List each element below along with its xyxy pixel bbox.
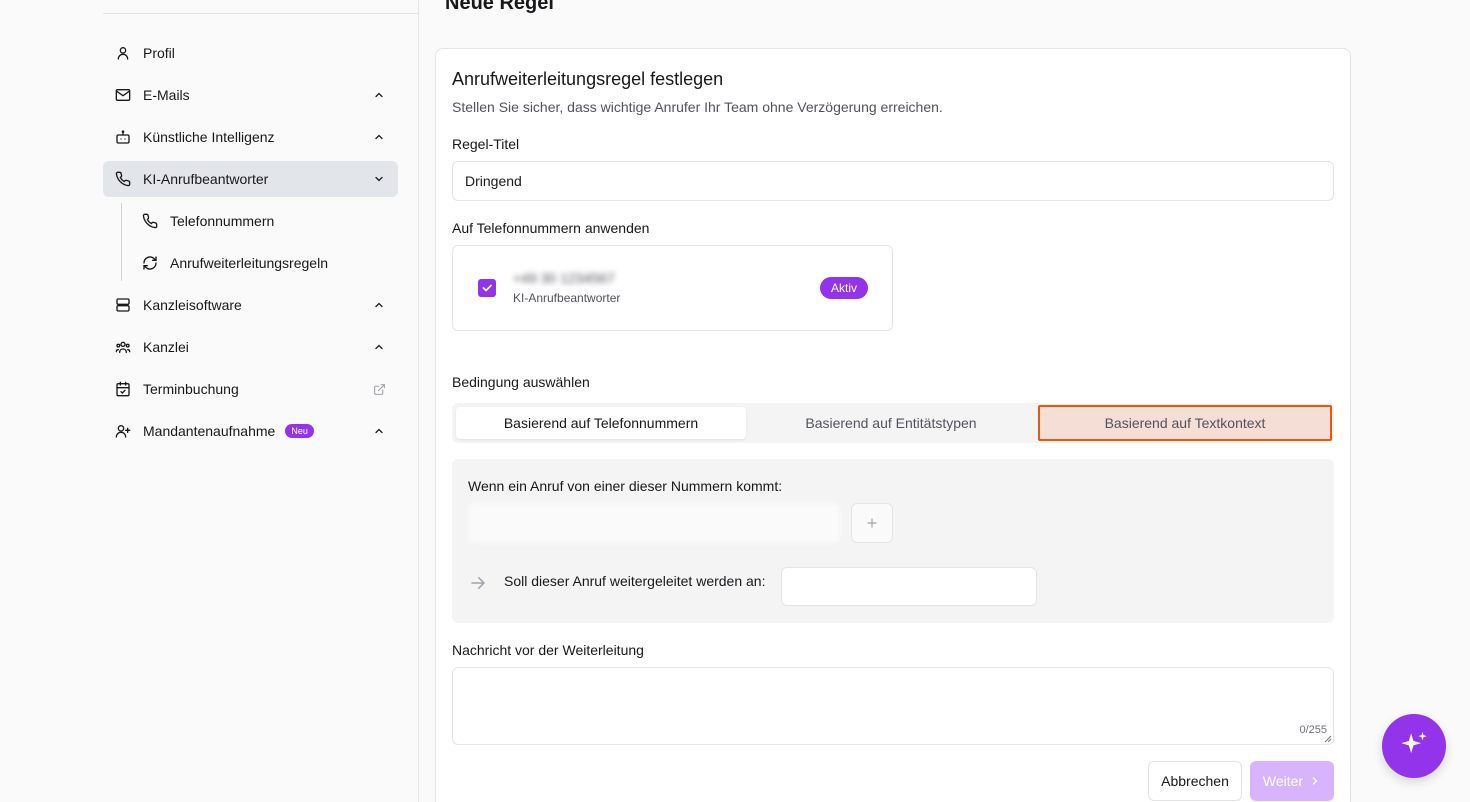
bot-icon bbox=[115, 129, 131, 145]
chevron-up-icon bbox=[372, 424, 386, 438]
status-badge: Aktiv bbox=[820, 277, 869, 299]
chevron-up-icon bbox=[372, 340, 386, 354]
sidebar: Profil E-Mails Künstliche Intelligenz KI… bbox=[0, 0, 419, 802]
forward-target-input[interactable] bbox=[781, 567, 1037, 606]
phone-checkbox[interactable] bbox=[478, 279, 496, 297]
chevron-down-icon bbox=[372, 172, 386, 186]
new-badge: Neu bbox=[285, 424, 314, 438]
add-number-button[interactable] bbox=[851, 503, 893, 543]
calendar-check-icon bbox=[115, 381, 131, 397]
sidebar-item-anrufweiterleitungsregeln[interactable]: Anrufweiterleitungsregeln bbox=[132, 245, 398, 281]
sidebar-item-label: Profil bbox=[143, 45, 175, 61]
chevron-up-icon bbox=[372, 88, 386, 102]
tab-entitaetstypen[interactable]: Basierend auf Entitätstypen bbox=[746, 407, 1036, 439]
condition-panel: Wenn ein Anruf von einer dieser Nummern … bbox=[452, 459, 1334, 623]
plus-icon bbox=[867, 518, 877, 528]
sidebar-item-label: Telefonnummern bbox=[170, 213, 275, 229]
forward-text: Soll dieser Anruf weitergeleitet werden … bbox=[504, 573, 766, 589]
message-label: Nachricht vor der Weiterleitung bbox=[452, 642, 644, 658]
sidebar-item-label: Kanzleisoftware bbox=[143, 297, 242, 313]
sidebar-divider bbox=[103, 13, 418, 14]
sidebar-item-label: KI-Anrufbeantworter bbox=[143, 171, 269, 187]
char-counter: 0/255 bbox=[1299, 724, 1327, 736]
condition-text: Wenn ein Anruf von einer dieser Nummern … bbox=[468, 478, 783, 494]
sidebar-item-kanzlei[interactable]: Kanzlei bbox=[103, 329, 398, 365]
refresh-icon bbox=[142, 255, 158, 271]
sparkle-icon bbox=[1401, 731, 1427, 754]
sidebar-item-profil[interactable]: Profil bbox=[103, 35, 398, 71]
check-icon bbox=[482, 284, 492, 292]
sidebar-item-label: Mandantenaufnahme bbox=[143, 423, 276, 439]
rule-title-input[interactable]: Dringend bbox=[452, 161, 1334, 201]
sidebar-item-label: Künstliche Intelligenz bbox=[143, 129, 275, 145]
phone-number-card[interactable]: +49 30 1234567 KI-Anrufbeantworter Aktiv bbox=[452, 245, 893, 331]
cancel-button[interactable]: Abbrechen bbox=[1148, 761, 1242, 801]
form-title: Anrufweiterleitungsregel festlegen bbox=[452, 69, 724, 89]
user-plus-icon bbox=[115, 423, 131, 439]
sidebar-item-ki-anrufbeantworter[interactable]: KI-Anrufbeantworter bbox=[103, 161, 398, 197]
users-icon bbox=[115, 339, 131, 355]
sidebar-item-kuenstliche-intelligenz[interactable]: Künstliche Intelligenz bbox=[103, 119, 398, 155]
sidebar-item-telefonnummern[interactable]: Telefonnummern bbox=[132, 203, 398, 239]
sidebar-submenu: Telefonnummern Anrufweiterleitungsregeln bbox=[121, 203, 398, 281]
ai-assistant-button[interactable] bbox=[1382, 714, 1446, 778]
chevron-up-icon bbox=[372, 130, 386, 144]
chevron-up-icon bbox=[372, 298, 386, 312]
sidebar-item-emails[interactable]: E-Mails bbox=[103, 77, 398, 113]
rule-title-label: Regel-Titel bbox=[452, 136, 520, 152]
form-subtitle: Stellen Sie sicher, dass wichtige Anrufe… bbox=[452, 99, 943, 115]
sidebar-item-label: Terminbuchung bbox=[143, 381, 239, 397]
phone-icon bbox=[142, 213, 158, 229]
message-textarea[interactable]: 0/255 bbox=[452, 667, 1334, 745]
sidebar-item-terminbuchung[interactable]: Terminbuchung bbox=[103, 371, 398, 407]
resize-grip-icon[interactable] bbox=[1324, 735, 1332, 743]
sidebar-nav: Profil E-Mails Künstliche Intelligenz KI… bbox=[103, 35, 398, 455]
condition-label: Bedingung auswählen bbox=[452, 374, 590, 390]
condition-tabs: Basierend auf Telefonnummern Basierend a… bbox=[452, 403, 1334, 443]
phone-number: +49 30 1234567 bbox=[513, 270, 615, 286]
sidebar-item-mandantenaufnahme[interactable]: Mandantenaufnahme Neu bbox=[103, 413, 398, 449]
apply-phone-label: Auf Telefonnummern anwenden bbox=[452, 220, 650, 236]
phone-type: KI-Anrufbeantworter bbox=[513, 291, 621, 305]
tab-telefonnummern[interactable]: Basierend auf Telefonnummern bbox=[456, 407, 746, 439]
arrow-right-icon bbox=[471, 577, 485, 589]
sidebar-item-label: Kanzlei bbox=[143, 339, 189, 355]
next-button-label: Weiter bbox=[1262, 773, 1304, 789]
mail-icon bbox=[115, 87, 131, 103]
phone-icon bbox=[115, 171, 131, 187]
external-link-icon bbox=[372, 382, 386, 396]
sidebar-item-label: Anrufweiterleitungsregeln bbox=[170, 255, 328, 271]
sidebar-item-label: E-Mails bbox=[143, 87, 190, 103]
page-title: Neue Regel bbox=[445, 0, 554, 14]
user-icon bbox=[115, 45, 131, 61]
chevron-right-icon bbox=[1312, 777, 1318, 785]
tab-textkontext[interactable]: Basierend auf Textkontext bbox=[1038, 405, 1332, 441]
server-icon bbox=[115, 297, 131, 313]
sidebar-item-kanzleisoftware[interactable]: Kanzleisoftware bbox=[103, 287, 398, 323]
next-button[interactable]: Weiter bbox=[1250, 761, 1334, 801]
rule-form-card: Anrufweiterleitungsregel festlegen Stell… bbox=[435, 48, 1351, 802]
caller-number-input[interactable] bbox=[468, 503, 840, 543]
sidebar-item-label-wrap: Mandantenaufnahme Neu bbox=[143, 423, 372, 439]
